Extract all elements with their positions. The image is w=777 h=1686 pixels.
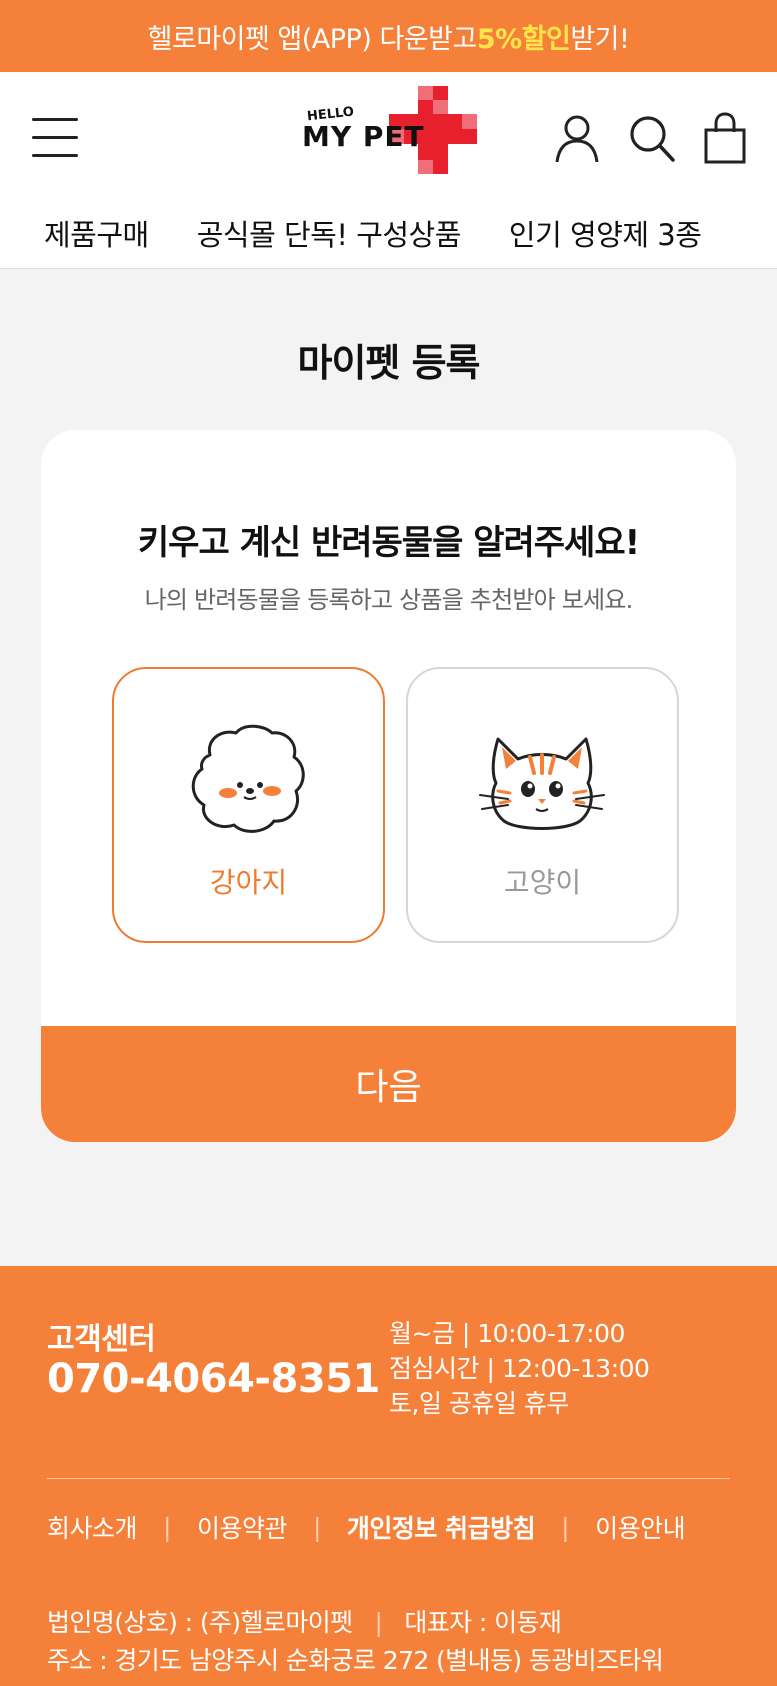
promo-text: 헬로마이펫 앱(APP) 다운받고 (147, 23, 478, 55)
logo[interactable]: HELLO MY PET (300, 84, 480, 180)
footer-link-about[interactable]: 회사소개 (47, 1509, 138, 1545)
category-nav: 제품구매 공식몰 단독! 구성상품 인기 영양제 3종 (0, 197, 777, 269)
card-heading: 키우고 계신 반려동물을 알려주세요! (137, 523, 640, 563)
menu-icon[interactable] (32, 118, 78, 158)
company-address: 주소 : 경기도 남양주시 순화궁로 272 (별내동) 동광비즈타워 (47, 1646, 664, 1675)
footer-link-separator: | (561, 1512, 570, 1542)
nav-item-supplements[interactable]: 인기 영양제 3종 (509, 212, 702, 254)
site-header: HELLO MY PET (0, 72, 777, 197)
footer-links: 회사소개 | 이용약관 | 개인정보 취급방침 | 이용안내 (47, 1509, 686, 1545)
pet-option-cat[interactable]: 고양이 (406, 667, 679, 943)
ceo-name: 대표자 : 이동재 (404, 1608, 562, 1637)
company-name: 법인명(상호) : (주)헬로마이펫 (47, 1608, 353, 1637)
pet-register-card: 키우고 계신 반려동물을 알려주세요! 나의 반려동물을 등록하고 상품을 추천… (41, 430, 736, 1142)
hours-lunch: 점심시간 | 12:00-13:00 (389, 1354, 650, 1383)
footer-link-separator: | (163, 1512, 171, 1542)
search-icon[interactable] (627, 112, 675, 164)
pet-option-dog[interactable]: 강아지 (112, 667, 385, 943)
footer-link-guide[interactable]: 이용안내 (595, 1509, 686, 1545)
logo-main-text: MY PET (302, 120, 425, 153)
footer-link-terms[interactable]: 이용약관 (197, 1509, 288, 1545)
customer-center-phone[interactable]: 070-4064-8351 (47, 1356, 380, 1402)
cat-icon (479, 737, 605, 830)
promo-banner[interactable]: 헬로마이펫 앱(APP) 다운받고 5%할인 받기! (0, 0, 777, 72)
customer-center-title: 고객센터 (47, 1322, 156, 1357)
promo-text-end: 받기! (570, 23, 630, 55)
pet-option-dog-label: 강아지 (209, 866, 288, 899)
nav-item-products[interactable]: 제품구매 (44, 212, 149, 254)
hours-weekend: 토,일 공휴일 휴무 (389, 1389, 569, 1418)
nav-item-exclusive[interactable]: 공식몰 단독! 구성상품 (197, 212, 462, 254)
promo-highlight: 5%할인 (476, 23, 571, 55)
business-hours: 월~금 | 10:00-17:00 점심시간 | 12:00-13:00 토,일… (389, 1316, 650, 1421)
footer-link-privacy[interactable]: 개인정보 취급방침 (347, 1509, 536, 1545)
pet-option-cat-label: 고양이 (503, 866, 582, 899)
hours-weekday: 월~금 | 10:00-17:00 (389, 1319, 625, 1348)
page-title: 마이펫 등록 (297, 341, 480, 385)
footer-link-separator: | (312, 1512, 321, 1542)
next-button[interactable]: 다음 (41, 1026, 736, 1142)
user-icon[interactable] (553, 112, 601, 164)
footer-divider (47, 1478, 730, 1479)
site-footer: 고객센터 070-4064-8351 월~금 | 10:00-17:00 점심시… (0, 1266, 777, 1686)
card-subheading: 나의 반려동물을 등록하고 상품을 추천받아 보세요. (144, 586, 634, 614)
dog-icon (191, 724, 305, 833)
business-info: 법인명(상호) : (주)헬로마이펫 | 대표자 : 이동재 주소 : 경기도 남양… (47, 1604, 664, 1680)
cart-icon[interactable] (701, 112, 749, 164)
